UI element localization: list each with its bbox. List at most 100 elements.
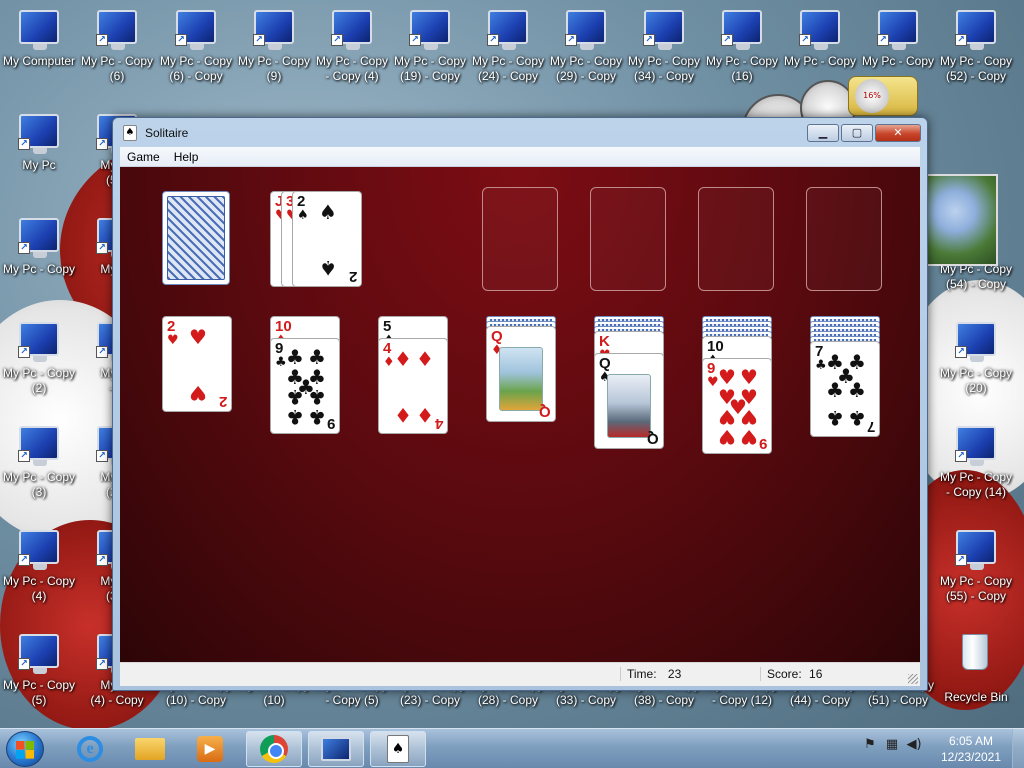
solitaire-icon: ♠ — [387, 735, 409, 763]
card-pip-icon: ♥ — [189, 325, 207, 349]
shortcut-arrow-icon: ↗ — [955, 450, 967, 462]
desktop-icon[interactable]: ↗ My Pc - Copy (5) — [0, 624, 78, 724]
show-desktop-button[interactable] — [1012, 729, 1024, 768]
score-value: 16 — [809, 667, 823, 681]
desktop-icon[interactable]: ↗ My Pc - Copy (19) - Copy — [391, 0, 469, 100]
minimize-button[interactable]: ▁ — [807, 124, 839, 142]
desktop-icon[interactable]: ↗ My Pc - Copy - Copy (14) — [937, 416, 1015, 516]
card-pip-icon: ♣ — [286, 345, 304, 369]
taskbar-remote-desktop[interactable] — [308, 731, 364, 767]
desktop-icon[interactable]: ↗ My Pc - Copy (9) — [235, 0, 313, 100]
desktop-icon[interactable]: ↗ My Pc - Copy (4) — [0, 520, 78, 620]
time-label: Time: — [627, 667, 657, 681]
card-suit-icon: ♥ — [167, 333, 179, 348]
card-pip-icon: ♣ — [286, 385, 304, 409]
shortcut-arrow-icon: ↗ — [253, 34, 265, 46]
taskbar-windows-explorer[interactable] — [122, 731, 178, 767]
foundation-slot[interactable] — [698, 187, 774, 291]
desktop-icon[interactable]: ↗ My Pc - Copy (55) - Copy — [937, 520, 1015, 620]
card-pip-icon: ♥ — [189, 381, 207, 405]
system-clock[interactable]: 6:05 AM 12/23/2021 — [936, 733, 1006, 765]
shortcut-arrow-icon: ↗ — [96, 34, 108, 46]
chrome-icon — [260, 735, 288, 763]
desktop-icon-label: My Pc - Copy (5) — [2, 678, 75, 707]
playing-card[interactable]: 7 ♣ ♣ ♣ ♣ ♣ ♣ ♣ ♣ 7 — [810, 341, 880, 437]
title-bar[interactable]: ♠ Solitaire ▁ ▢ ✕ — [113, 118, 927, 148]
desktop-icon[interactable]: ↗ My Pc - Copy (2) — [0, 312, 78, 412]
desktop-icon-label: My Pc - Copy — [783, 54, 856, 68]
card-pip-icon: ♦ — [394, 347, 412, 371]
volume-icon[interactable]: ◀) — [906, 737, 922, 753]
shortcut-arrow-icon: ↗ — [18, 554, 30, 566]
desktop-icon[interactable]: ↗ My Pc - Copy - Copy (4) — [313, 0, 391, 100]
playing-card[interactable]: Q ♠ Q — [594, 353, 664, 449]
maximize-button[interactable]: ▢ — [841, 124, 873, 142]
shortcut-arrow-icon: ↗ — [487, 34, 499, 46]
network-icon[interactable]: ▦ — [884, 737, 900, 753]
card-pip-icon: ♥ — [740, 405, 758, 429]
foundation-slot[interactable] — [482, 187, 558, 291]
cpu-meter-gadget: 16% — [848, 76, 918, 116]
time-display: Time: 23 — [620, 667, 760, 681]
shortcut-arrow-icon: ↗ — [96, 138, 108, 150]
playing-card[interactable]: Q ♦ Q — [486, 326, 556, 422]
status-bar: Time: 23 Score: 16 — [120, 662, 920, 686]
desktop-icon-label: My Pc - Copy (55) - Copy — [939, 574, 1012, 603]
desktop-icon[interactable]: ↗ My Pc - Copy (16) — [703, 0, 781, 100]
desktop-icon[interactable]: ↗ My Pc - Copy (20) — [937, 312, 1015, 412]
shortcut-arrow-icon: ↗ — [96, 450, 108, 462]
recycle-bin-icon[interactable] — [954, 630, 994, 678]
desktop-icon-label: My Pc - Copy (6) - Copy — [159, 54, 232, 83]
desktop-icon[interactable]: ↗ My Pc - Copy (34) - Copy — [625, 0, 703, 100]
card-pip-icon: ♣ — [286, 405, 304, 429]
remote-desktop-icon — [321, 737, 351, 761]
desktop-icon[interactable]: ↗ My Pc - Copy (6) — [78, 0, 156, 100]
computer-icon — [19, 10, 59, 50]
card-pip-icon: ♣ — [308, 385, 326, 409]
stock-pile[interactable] — [162, 191, 230, 285]
score-label: Score: — [767, 667, 802, 681]
cpu-meter-value: 16% — [855, 79, 889, 113]
card-rank-corner: Q — [539, 403, 551, 420]
card-suit-icon: ♣ — [815, 358, 827, 373]
playing-card[interactable]: 9 ♥ ♥ ♥ ♥ ♥ ♥ ♥ ♥ ♥ ♥ 9 — [702, 358, 772, 454]
menu-bar: Game Help — [120, 147, 920, 167]
clock-time: 6:05 AM — [948, 734, 994, 748]
shortcut-arrow-icon: ↗ — [18, 242, 30, 254]
foundation-slot[interactable] — [590, 187, 666, 291]
desktop-icon[interactable]: My Computer — [0, 0, 78, 100]
desktop-icon[interactable]: ↗ My Pc - Copy (6) - Copy — [157, 0, 235, 100]
close-button[interactable]: ✕ — [875, 124, 921, 142]
window-title: Solitaire — [145, 126, 189, 140]
desktop-icon[interactable]: ↗ My Pc - Copy (52) - Copy — [937, 0, 1015, 100]
playing-card[interactable]: 9 ♣ ♣ ♣ ♣ ♣ ♣ ♣ ♣ ♣ ♣ 9 — [270, 338, 340, 434]
resize-grip[interactable] — [908, 674, 918, 684]
menu-help[interactable]: Help — [167, 150, 206, 164]
card-pip-icon: ♣ — [848, 378, 866, 402]
menu-game[interactable]: Game — [120, 150, 167, 164]
desktop-icon[interactable]: ↗ My Pc - Copy (24) - Copy — [469, 0, 547, 100]
action-center-icon[interactable]: ⚑ — [862, 737, 878, 753]
card-suit-icon: ♣ — [275, 355, 287, 370]
playing-card[interactable]: 2 ♠ ♠ ♠ 2 — [292, 191, 362, 287]
desktop-icon[interactable]: ↗ My Pc — [0, 104, 78, 204]
desktop-icon[interactable]: ↗ My Pc - Copy (29) - Copy — [547, 0, 625, 100]
foundation-slot[interactable] — [806, 187, 882, 291]
playing-card[interactable]: 4 ♦ ♦ ♦ ♦ ♦ 4 — [378, 338, 448, 434]
desktop-icon-label: My Pc - Copy (6) — [80, 54, 153, 83]
desktop-icon-label: My Pc - Copy (29) - Copy — [549, 54, 622, 83]
taskbar-internet-explorer[interactable]: e — [62, 731, 118, 767]
folder-icon — [135, 738, 165, 760]
solitaire-app-icon: ♠ — [123, 125, 137, 141]
desktop-icon[interactable]: ↗ My Pc - Copy (3) — [0, 416, 78, 516]
card-rank-corner: 4 — [434, 415, 443, 432]
taskbar-media-player[interactable]: ▶ — [182, 731, 238, 767]
card-pip-icon: ♣ — [826, 406, 844, 430]
taskbar-solitaire[interactable]: ♠ — [370, 731, 426, 767]
start-button[interactable] — [6, 731, 44, 767]
shortcut-arrow-icon: ↗ — [955, 34, 967, 46]
playing-card[interactable]: 2 ♥ ♥ ♥ 2 — [162, 316, 232, 412]
desktop-icon[interactable]: ↗ My Pc - Copy — [0, 208, 78, 308]
desktop-icon-label: My Computer — [2, 54, 76, 68]
taskbar-chrome[interactable] — [246, 731, 302, 767]
